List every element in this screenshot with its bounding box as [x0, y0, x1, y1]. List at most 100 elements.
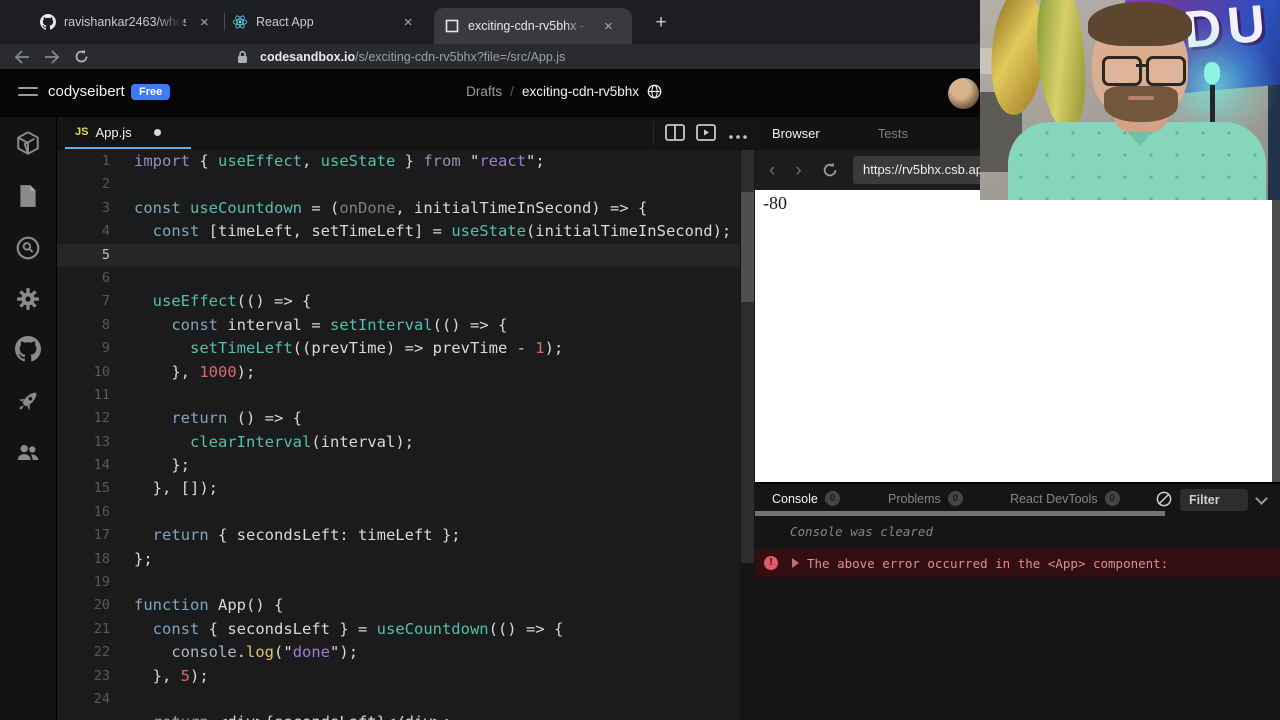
new-tab-button[interactable]: +: [648, 10, 674, 36]
code-line[interactable]: 12 return () => {: [57, 407, 740, 430]
tab-problems[interactable]: Problems 0: [888, 491, 963, 506]
devtools-count-badge: 0: [1104, 491, 1120, 506]
code-line[interactable]: 24: [57, 688, 740, 711]
code-line[interactable]: 5: [57, 243, 740, 267]
code-line[interactable]: 19: [57, 571, 740, 594]
code-line[interactable]: 23 }, 5);: [57, 665, 740, 688]
code-line[interactable]: 9 setTimeLeft((prevTime) => prevTime - 1…: [57, 337, 740, 360]
project-cube-icon[interactable]: [15, 130, 41, 156]
back-icon[interactable]: [14, 49, 30, 64]
tab-react-devtools[interactable]: React DevTools 0: [1010, 491, 1120, 506]
toolbar-separator: [653, 121, 654, 146]
code-line[interactable]: 22 console.log("done");: [57, 641, 740, 664]
code-line[interactable]: 3 const useCountdown = (onDone, initialTi…: [57, 197, 740, 220]
clear-console-icon[interactable]: [1156, 491, 1172, 507]
files-icon[interactable]: [15, 183, 41, 209]
code-line[interactable]: 10 }, 1000);: [57, 361, 740, 384]
avatar[interactable]: [948, 78, 979, 109]
code-line[interactable]: 1 import { useEffect, useState } from "re…: [57, 150, 740, 173]
line-number: 22: [93, 644, 110, 661]
url-path: /s/exciting-cdn-rv5bhx?file=/src/App.js: [355, 49, 566, 64]
more-options-icon[interactable]: [728, 128, 748, 146]
preview-refresh-icon[interactable]: [822, 162, 838, 178]
console-error-row[interactable]: ! The above error occurred in the <App> …: [755, 549, 1280, 577]
forward-icon[interactable]: [44, 49, 60, 64]
preview-window-icon[interactable]: [696, 124, 716, 142]
code-line[interactable]: 7 useEffect(() => {: [57, 290, 740, 313]
code-line[interactable]: 16: [57, 501, 740, 524]
preview-forward-icon[interactable]: ›: [795, 161, 801, 180]
code-text: setTimeLeft((prevTime) => prevTime - 1);: [190, 339, 564, 358]
split-view-icon[interactable]: [665, 124, 685, 142]
gold-balloon: [1032, 0, 1090, 132]
tab-close-icon[interactable]: ×: [400, 14, 417, 31]
reload-icon[interactable]: [74, 49, 89, 64]
code-line[interactable]: 4 const [timeLeft, setTimeLeft] = useSta…: [57, 220, 740, 243]
breadcrumb-project[interactable]: exciting-cdn-rv5bhx: [522, 84, 639, 99]
code-line[interactable]: 13 clearInterval(interval);: [57, 431, 740, 454]
console-hscrollbar[interactable]: [755, 511, 1165, 516]
settings-gear-icon[interactable]: [15, 286, 41, 312]
tab-label: React DevTools: [1010, 491, 1098, 506]
globe-icon[interactable]: [647, 84, 662, 99]
scrollbar-thumb[interactable]: [741, 192, 754, 302]
github-icon[interactable]: [15, 336, 41, 362]
search-icon[interactable]: [15, 235, 41, 261]
code-line[interactable]: 2: [57, 173, 740, 196]
breadcrumb-folder[interactable]: Drafts: [466, 84, 502, 99]
code-text: }, 1000);: [134, 362, 256, 381]
line-number: 23: [93, 667, 110, 684]
live-users-icon[interactable]: [15, 440, 41, 466]
code-text: console.log("done");: [171, 643, 359, 662]
line-number: 15: [93, 480, 110, 497]
js-file-icon: JS: [75, 126, 89, 138]
line-number: 10: [93, 363, 110, 380]
code-line[interactable]: 17 return { secondsLeft: timeLeft };: [57, 524, 740, 547]
browser-tab-codesandbox-active[interactable]: exciting-cdn-rv5bhx - CodeSa ×: [434, 8, 632, 44]
browser-tab-github[interactable]: ravishankar2463/whos_that_p ×: [40, 0, 224, 44]
tab-close-icon[interactable]: ×: [196, 14, 213, 31]
preview-back-icon[interactable]: ‹: [769, 161, 775, 180]
code-text: };: [134, 456, 190, 475]
expand-arrow-icon[interactable]: [792, 558, 799, 568]
console-panel: Console 0 Problems 0 React DevTools 0 Co…: [755, 482, 1280, 720]
code-text: return <div>{secondsLeft}</div>;: [110, 711, 452, 720]
line-number: 4: [101, 223, 110, 240]
code-text: }, 5);: [134, 666, 209, 685]
code-line[interactable]: 21 const { secondsLeft } = useCountdown(…: [57, 618, 740, 641]
deploy-rocket-icon[interactable]: [15, 388, 41, 414]
preview-scrollbar[interactable]: [1272, 190, 1280, 482]
code-text: const [timeLeft, setTimeLeft] = useState…: [152, 222, 732, 241]
code-line[interactable]: 6: [57, 267, 740, 290]
code-line[interactable]: 15 }, []);: [57, 477, 740, 500]
code-line[interactable]: return <div>{secondsLeft}</div>;: [57, 711, 740, 720]
glasses-left-lens: [1102, 56, 1142, 86]
browser-tab-react-app[interactable]: React App ×: [232, 0, 428, 44]
react-favicon-icon: [232, 15, 248, 29]
tab-browser[interactable]: Browser: [772, 126, 820, 141]
code-line[interactable]: 18};: [57, 548, 740, 571]
tab-tests[interactable]: Tests: [878, 126, 908, 141]
editor-tab-appjs[interactable]: JS App.js: [65, 117, 191, 149]
tab-close-icon[interactable]: ×: [600, 18, 617, 35]
tab-label-fade: [564, 8, 590, 44]
tab-label: Console: [772, 491, 818, 506]
address-bar[interactable]: codesandbox.io/s/exciting-cdn-rv5bhx?fil…: [260, 50, 565, 64]
code-line[interactable]: 8 const interval = setInterval(() => {: [57, 314, 740, 337]
preview-viewport[interactable]: -80: [755, 190, 1272, 482]
code-editor[interactable]: 1 import { useEffect, useState } from "re…: [57, 150, 740, 720]
code-line[interactable]: 14 };: [57, 454, 740, 477]
console-filter-input[interactable]: [1180, 489, 1248, 511]
chevron-down-icon[interactable]: [1255, 492, 1268, 505]
code-text: clearInterval(interval);: [190, 432, 414, 451]
code-line[interactable]: 20 function App() {: [57, 594, 740, 617]
code-line[interactable]: 11: [57, 384, 740, 407]
tab-console[interactable]: Console 0: [772, 491, 840, 506]
teal-lamp-bulb: [1204, 62, 1220, 84]
username[interactable]: codyseibert: [48, 83, 125, 100]
editor-scrollbar[interactable]: [740, 150, 755, 720]
menu-icon[interactable]: [18, 87, 38, 101]
unsaved-dot-icon: [153, 128, 161, 136]
